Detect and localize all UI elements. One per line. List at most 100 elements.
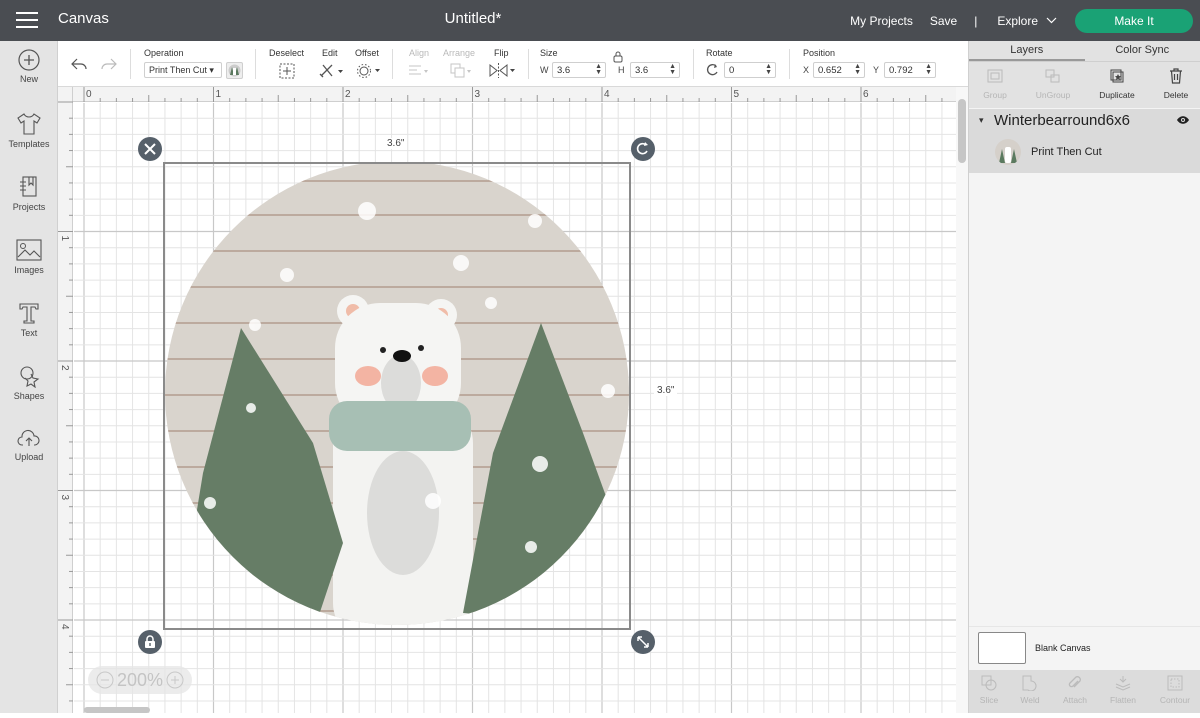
layer-group[interactable]: ▾ Winterbearround6x6 Print Then Cut <box>969 109 1200 173</box>
sidebar-label: Text <box>21 328 38 338</box>
top-bar: Canvas Untitled* My Projects Save | Expl… <box>0 0 1200 41</box>
contour-button[interactable]: Contour <box>1153 675 1197 705</box>
flatten-button[interactable]: Flatten <box>1101 675 1145 705</box>
attach-label: Attach <box>1063 695 1087 705</box>
ruler-vertical: 1234 <box>58 87 73 713</box>
trash-icon <box>1169 68 1183 84</box>
resize-handle[interactable] <box>631 630 655 654</box>
width-field[interactable]: 3.6 ▲▼ <box>552 62 606 78</box>
flip-label: Flip <box>494 48 509 58</box>
cloud-upload-icon <box>16 427 42 449</box>
layer-thumbnail-button[interactable] <box>226 62 243 79</box>
sidebar-item-projects[interactable]: Projects <box>0 175 58 212</box>
my-projects-link[interactable]: My Projects <box>850 14 913 28</box>
design-canvas[interactable]: 3.6" 3.6" 200% <box>74 103 956 713</box>
make-it-button[interactable]: Make It <box>1075 9 1193 33</box>
sidebar-item-new[interactable]: New <box>0 49 58 84</box>
horizontal-scrollbar[interactable] <box>84 707 150 713</box>
eye-icon[interactable] <box>1176 115 1190 125</box>
document-title: Untitled* <box>0 10 946 27</box>
deselect-icon[interactable] <box>279 63 295 79</box>
lock-proportions-icon[interactable] <box>612 50 624 63</box>
sidebar-label: Images <box>14 265 44 275</box>
slice-label: Slice <box>980 695 998 705</box>
size-label: Size <box>540 48 558 58</box>
vertical-scrollbar[interactable] <box>956 87 968 713</box>
chevron-down-icon <box>1046 17 1057 24</box>
rotate-handle[interactable] <box>631 137 655 161</box>
scrollbar-thumb[interactable] <box>958 99 966 163</box>
zoom-out-icon[interactable] <box>96 671 114 689</box>
ruler-label: 3 <box>59 495 70 501</box>
rotate-field[interactable]: 0▲▼ <box>724 62 776 78</box>
layer-thumbnail <box>995 139 1021 165</box>
sidebar-item-text[interactable]: Text <box>0 301 58 338</box>
ruler-label: 6 <box>863 89 869 100</box>
ruler-label: 2 <box>345 89 351 100</box>
collapse-triangle-icon[interactable]: ▾ <box>979 115 984 126</box>
delete-button[interactable]: Delete <box>1151 68 1200 100</box>
attach-button[interactable]: Attach <box>1053 675 1097 705</box>
explore-dropdown[interactable]: Explore <box>997 14 1057 28</box>
x-position-field[interactable]: 0.652 ▲▼ <box>813 62 865 78</box>
delete-handle[interactable] <box>138 137 162 161</box>
shapes-icon <box>17 364 41 388</box>
deselect-label: Deselect <box>269 48 304 58</box>
operation-value: Print Then Cut <box>149 65 207 75</box>
x-spinner[interactable]: ▲▼ <box>854 64 861 76</box>
rotate-label: Rotate <box>706 48 733 58</box>
tab-color-sync[interactable]: Color Sync <box>1085 41 1200 61</box>
zoom-in-icon[interactable] <box>166 671 184 689</box>
align-icon <box>408 64 430 78</box>
position-label: Position <box>803 48 835 58</box>
height-spinner[interactable]: ▲▼ <box>669 64 676 76</box>
paperclip-icon <box>1067 675 1083 691</box>
sidebar-label: New <box>20 74 38 84</box>
sidebar-item-shapes[interactable]: Shapes <box>0 364 58 401</box>
tab-layers[interactable]: Layers <box>969 41 1085 61</box>
edit-icon[interactable] <box>318 62 344 79</box>
width-spinner[interactable]: ▲▼ <box>595 64 602 76</box>
slice-button[interactable]: Slice <box>967 675 1011 705</box>
rotate-icon <box>631 137 655 161</box>
x-value: 0.652 <box>818 65 842 76</box>
group-button[interactable]: Group <box>970 68 1020 100</box>
y-position-field[interactable]: 0.792▲▼ <box>884 62 936 78</box>
height-field[interactable]: 3.6▲▼ <box>630 62 680 78</box>
edit-toolbar: Operation Print Then Cut ▾ Deselect Edit… <box>58 41 968 87</box>
sidebar-item-upload[interactable]: Upload <box>0 427 58 462</box>
bottom-tools: Slice Weld Attach Flatten Contour <box>969 670 1200 713</box>
width-value: 3.6 <box>557 65 570 76</box>
weld-button[interactable]: Weld <box>1008 675 1052 705</box>
blank-canvas-label: Blank Canvas <box>1035 643 1091 653</box>
blank-canvas-swatch[interactable] <box>978 632 1026 664</box>
undo-icon[interactable] <box>70 57 88 71</box>
delete-label: Delete <box>1164 90 1189 100</box>
arrange-label: Arrange <box>443 48 475 58</box>
selection-bounding-box[interactable] <box>163 162 631 630</box>
offset-icon[interactable] <box>356 63 382 78</box>
contour-icon <box>1167 675 1183 691</box>
ungroup-button[interactable]: UnGroup <box>1028 68 1078 100</box>
bear-thumbnail-icon <box>227 63 242 78</box>
y-spinner[interactable]: ▲▼ <box>925 64 932 76</box>
ungroup-icon <box>1044 68 1062 84</box>
lock-handle[interactable] <box>138 630 162 654</box>
rotate-spinner[interactable]: ▲▼ <box>765 64 772 76</box>
ruler-label: 4 <box>59 624 70 630</box>
explore-label: Explore <box>997 14 1038 28</box>
y-axis-label: Y <box>873 65 879 75</box>
align-label: Align <box>409 48 429 58</box>
redo-icon[interactable] <box>100 57 118 71</box>
blank-canvas-row[interactable]: Blank Canvas <box>969 626 1200 670</box>
operation-label: Operation <box>144 48 184 58</box>
duplicate-button[interactable]: Duplicate <box>1092 68 1142 100</box>
flip-icon[interactable] <box>488 62 516 79</box>
height-dimension-label: 3.6" <box>654 385 677 396</box>
save-button[interactable]: Save <box>930 14 957 28</box>
operation-select[interactable]: Print Then Cut ▾ <box>144 62 222 78</box>
sidebar-item-images[interactable]: Images <box>0 238 58 275</box>
sidebar-label: Projects <box>13 202 46 212</box>
notebook-icon <box>18 175 40 199</box>
sidebar-item-templates[interactable]: Templates <box>0 112 58 149</box>
